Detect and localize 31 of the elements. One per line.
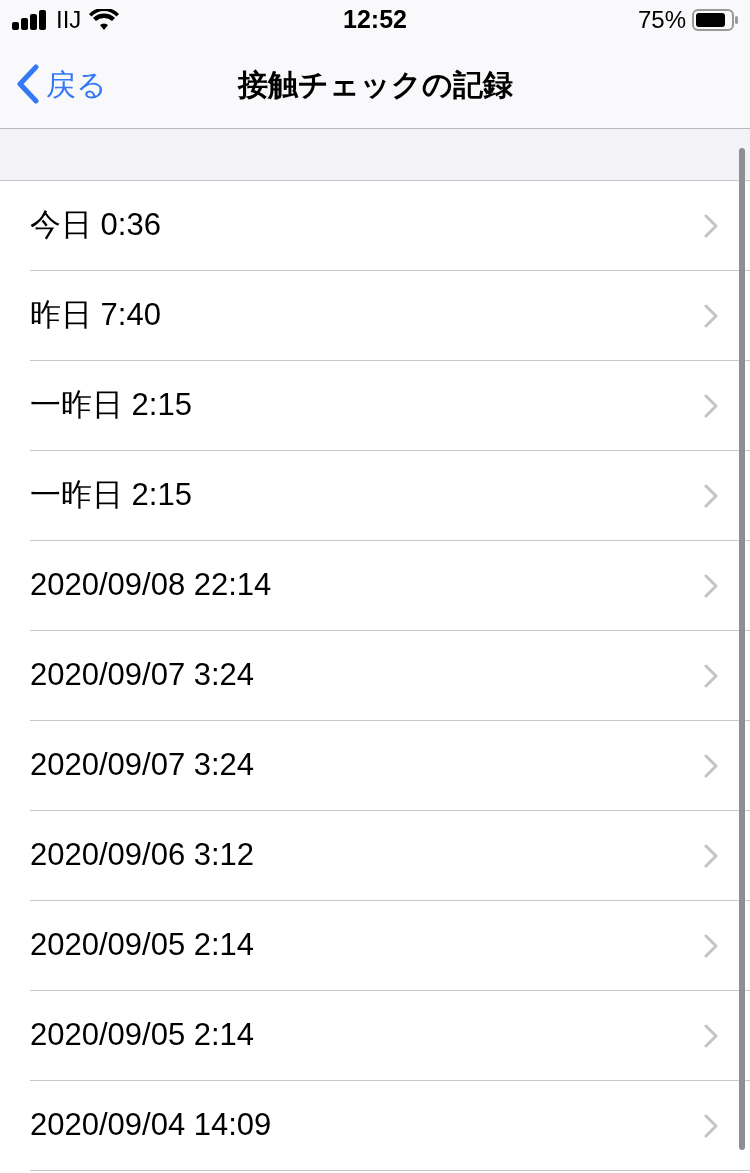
chevron-right-icon xyxy=(704,933,718,958)
chevron-right-icon xyxy=(704,753,718,778)
record-time: 2020/09/05 2:14 xyxy=(30,926,255,965)
clock-time: 12:52 xyxy=(343,4,407,36)
chevron-right-icon xyxy=(704,573,718,598)
signal-icon xyxy=(12,10,48,30)
chevron-right-icon xyxy=(704,1023,718,1048)
chevron-right-icon xyxy=(704,663,718,688)
battery-icon xyxy=(692,9,738,31)
record-time: 2020/09/05 2:14 xyxy=(30,1016,255,1055)
back-button[interactable]: 戻る xyxy=(16,61,107,107)
wifi-icon xyxy=(89,9,120,31)
record-time: 2020/09/06 3:12 xyxy=(30,836,255,875)
chevron-left-icon xyxy=(16,64,40,104)
record-time: 2020/09/07 3:24 xyxy=(30,656,255,695)
carrier-name: IIJ xyxy=(56,5,82,35)
chevron-right-icon xyxy=(704,843,718,868)
chevron-right-icon xyxy=(704,213,718,238)
screen-title: 接触チェックの記録 xyxy=(237,66,513,103)
record-time: 2020/09/04 14:09 xyxy=(30,1106,272,1145)
chevron-right-icon xyxy=(704,303,718,328)
record-time: 2020/09/08 22:14 xyxy=(30,566,272,605)
battery-percent: 75% xyxy=(637,5,686,35)
record-time: 2020/09/07 3:24 xyxy=(30,746,255,785)
chevron-right-icon xyxy=(704,393,718,418)
record-time: 一昨日 2:15 xyxy=(30,386,192,425)
record-time: 今日 0:36 xyxy=(30,206,161,245)
record-time: 昨日 7:40 xyxy=(30,296,161,335)
record-time: 一昨日 2:15 xyxy=(30,476,192,515)
chevron-right-icon xyxy=(704,483,718,508)
chevron-right-icon xyxy=(704,1113,718,1138)
